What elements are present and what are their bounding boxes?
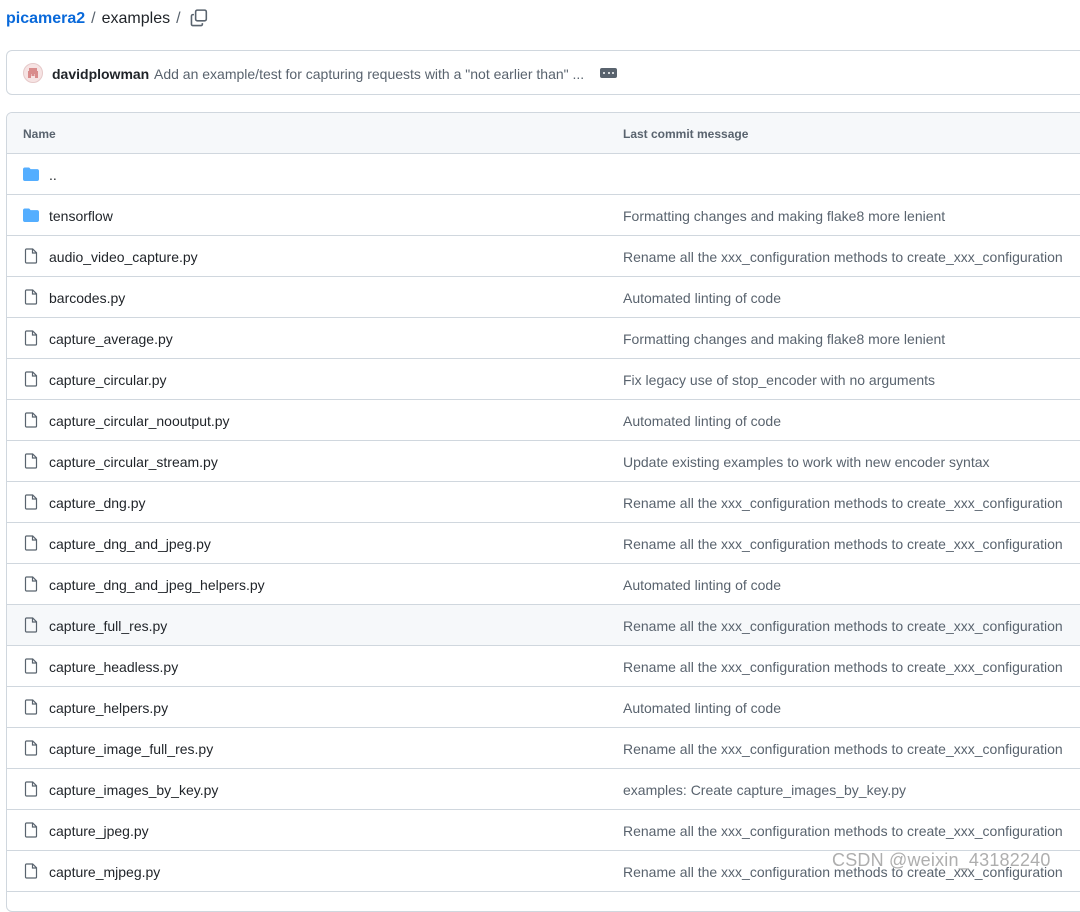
file-icon — [23, 658, 39, 674]
table-row[interactable]: capture_circular.py Fix legacy use of sto… — [7, 359, 1080, 400]
file-list: .. tensorflow Formatting changes and makin… — [7, 154, 1080, 892]
folder-icon — [23, 166, 39, 182]
commit-message[interactable]: Add an example/test for capturing reques… — [154, 66, 584, 82]
commit-message-link[interactable]: Formatting changes and making flake8 mor… — [623, 331, 945, 347]
file-icon — [23, 289, 39, 305]
breadcrumb-separator: / — [91, 10, 96, 27]
table-row[interactable]: audio_video_capture.py Rename all the xxx… — [7, 236, 1080, 277]
commit-author[interactable]: davidplowman — [52, 66, 149, 82]
file-icon — [23, 330, 39, 346]
file-icon — [23, 617, 39, 633]
watermark: CSDN @weixin_43182240 — [832, 850, 1051, 870]
commit-message-link[interactable]: Rename all the xxx_configuration methods… — [623, 536, 1063, 552]
table-row[interactable]: capture_average.py Formatting changes and… — [7, 318, 1080, 359]
commit-message-link[interactable]: Fix legacy use of stop_encoder with no a… — [623, 372, 935, 388]
file-table: Name Last commit message .. tensorflow For… — [6, 112, 1080, 912]
commit-message-link[interactable]: Update existing examples to work with ne… — [623, 454, 990, 470]
commit-message-link[interactable]: Automated linting of code — [623, 700, 781, 716]
commit-message-link[interactable]: Rename all the xxx_configuration methods… — [623, 618, 1063, 634]
file-name-link[interactable]: capture_circular_nooutput.py — [49, 413, 230, 429]
table-row[interactable]: capture_image_full_res.py Rename all the … — [7, 728, 1080, 769]
column-header-last-commit-message: Last commit message — [623, 127, 749, 141]
commit-message-link[interactable]: Automated linting of code — [623, 413, 781, 429]
file-name-link[interactable]: .. — [49, 167, 57, 183]
table-header: Name Last commit message — [7, 113, 1080, 154]
dot-icon — [612, 72, 615, 74]
file-name-link[interactable]: capture_dng_and_jpeg_helpers.py — [49, 577, 265, 593]
file-icon — [23, 781, 39, 797]
table-row[interactable]: capture_jpeg.py Rename all the xxx_config… — [7, 810, 1080, 851]
file-name-link[interactable]: audio_video_capture.py — [49, 249, 198, 265]
file-icon — [23, 863, 39, 879]
file-name-link[interactable]: tensorflow — [49, 208, 113, 224]
file-icon — [23, 494, 39, 510]
file-name-link[interactable]: capture_helpers.py — [49, 700, 168, 716]
commit-message-link[interactable]: Rename all the xxx_configuration methods… — [623, 823, 1063, 839]
file-name-link[interactable]: capture_dng_and_jpeg.py — [49, 536, 211, 552]
file-icon — [23, 699, 39, 715]
table-row[interactable]: barcodes.py Automated linting of code — [7, 277, 1080, 318]
avatar[interactable] — [23, 63, 43, 83]
file-icon — [23, 822, 39, 838]
commit-message-link[interactable]: Rename all the xxx_configuration methods… — [623, 741, 1063, 757]
breadcrumb-repo-link[interactable]: picamera2 — [6, 10, 85, 28]
expand-commit-message-button[interactable] — [600, 68, 617, 78]
commit-message-link[interactable]: Automated linting of code — [623, 290, 781, 306]
file-name-link[interactable]: capture_average.py — [49, 331, 173, 347]
file-icon — [23, 248, 39, 264]
file-name-link[interactable]: barcodes.py — [49, 290, 125, 306]
folder-icon — [23, 207, 39, 223]
table-row[interactable]: capture_dng_and_jpeg_helpers.py Automated… — [7, 564, 1080, 605]
file-name-link[interactable]: capture_circular_stream.py — [49, 454, 218, 470]
file-name-link[interactable]: capture_jpeg.py — [49, 823, 149, 839]
dot-icon — [602, 72, 605, 74]
table-row[interactable]: capture_headless.py Rename all the xxx_co… — [7, 646, 1080, 687]
commit-message-link[interactable]: examples: Create capture_images_by_key.p… — [623, 782, 906, 798]
file-name-link[interactable]: capture_full_res.py — [49, 618, 167, 634]
commit-message-link[interactable]: Automated linting of code — [623, 577, 781, 593]
commit-message-link[interactable]: Rename all the xxx_configuration methods… — [623, 249, 1063, 265]
copy-path-icon[interactable] — [190, 9, 208, 27]
file-icon — [23, 412, 39, 428]
file-name-link[interactable]: capture_image_full_res.py — [49, 741, 213, 757]
table-row[interactable]: capture_dng_and_jpeg.py Rename all the xx… — [7, 523, 1080, 564]
file-name-link[interactable]: capture_images_by_key.py — [49, 782, 218, 798]
breadcrumb-current-folder: examples — [101, 10, 171, 27]
file-name-link[interactable]: capture_mjpeg.py — [49, 864, 160, 880]
file-name-link[interactable]: capture_circular.py — [49, 372, 167, 388]
table-row[interactable]: .. — [7, 154, 1080, 195]
file-icon — [23, 371, 39, 387]
file-icon — [23, 535, 39, 551]
file-icon — [23, 453, 39, 469]
table-row[interactable]: capture_full_res.py Rename all the xxx_co… — [7, 605, 1080, 646]
table-row[interactable]: capture_circular_nooutput.py Automated li… — [7, 400, 1080, 441]
column-header-name: Name — [23, 127, 56, 141]
table-row[interactable]: capture_circular_stream.py Update existin… — [7, 441, 1080, 482]
latest-commit-bar: davidplowman Add an example/test for cap… — [6, 50, 1080, 95]
dot-icon — [607, 72, 610, 74]
commit-message-link[interactable]: Formatting changes and making flake8 mor… — [623, 208, 945, 224]
file-name-link[interactable]: capture_dng.py — [49, 495, 146, 511]
file-icon — [23, 576, 39, 592]
breadcrumb-trailing-separator: / — [176, 10, 181, 27]
commit-message-link[interactable]: Rename all the xxx_configuration methods… — [623, 659, 1063, 675]
table-row[interactable]: capture_dng.py Rename all the xxx_configu… — [7, 482, 1080, 523]
table-row[interactable]: tensorflow Formatting changes and making … — [7, 195, 1080, 236]
commit-message-link[interactable]: Rename all the xxx_configuration methods… — [623, 495, 1063, 511]
file-icon — [23, 740, 39, 756]
table-row[interactable]: capture_helpers.py Automated linting of c… — [7, 687, 1080, 728]
breadcrumb: picamera2 / examples / — [6, 8, 187, 30]
table-row[interactable]: capture_images_by_key.py examples: Create… — [7, 769, 1080, 810]
avatar-identicon-icon — [28, 68, 38, 78]
file-name-link[interactable]: capture_headless.py — [49, 659, 178, 675]
